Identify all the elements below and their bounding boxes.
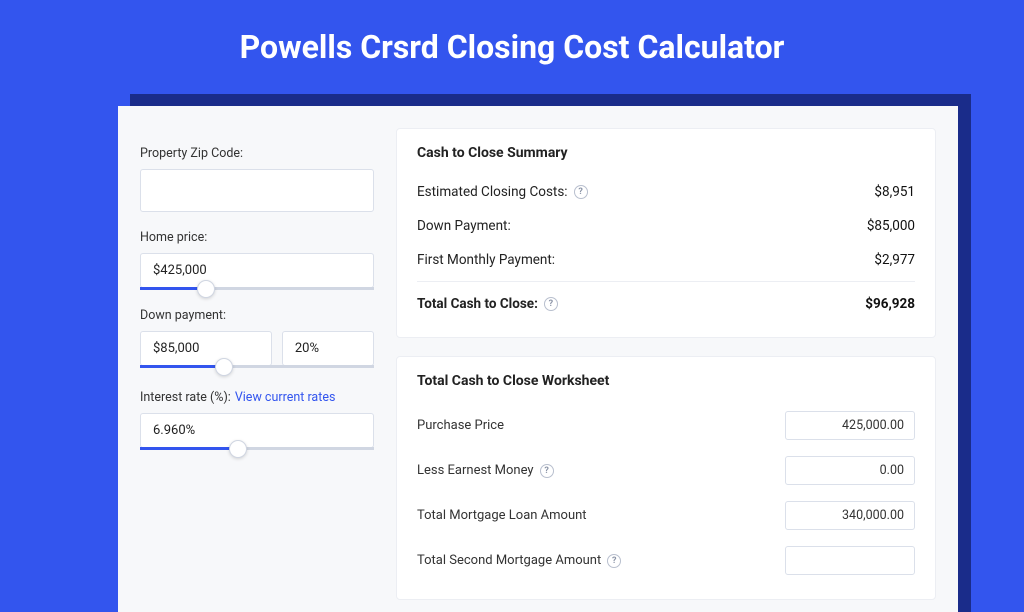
summary-row-label: Estimated Closing Costs:	[417, 184, 568, 200]
summary-row: First Monthly Payment: $2,977	[417, 243, 915, 277]
zip-input[interactable]	[140, 169, 374, 212]
down-payment-percent-input[interactable]	[282, 331, 374, 366]
worksheet-second-mortgage-input[interactable]	[785, 546, 915, 575]
down-payment-group: Down payment:	[140, 308, 374, 368]
worksheet-row-label: Total Second Mortgage Amount	[417, 553, 601, 568]
worksheet-purchase-price-input[interactable]	[785, 411, 915, 440]
worksheet-row-label: Total Mortgage Loan Amount	[417, 508, 587, 523]
summary-total-row: Total Cash to Close: ? $96,928	[417, 281, 915, 321]
worksheet-row: Total Mortgage Loan Amount	[417, 493, 915, 538]
help-icon[interactable]: ?	[574, 185, 588, 199]
summary-row-value: $8,951	[874, 184, 915, 200]
zip-group: Property Zip Code:	[140, 146, 374, 212]
summary-row: Estimated Closing Costs: ? $8,951	[417, 175, 915, 209]
worksheet-earnest-money-input[interactable]	[785, 456, 915, 485]
worksheet-mortgage-amount-input[interactable]	[785, 501, 915, 530]
summary-panel: Cash to Close Summary Estimated Closing …	[396, 128, 936, 338]
calculator-card: Property Zip Code: Home price: Down paym…	[118, 106, 958, 612]
summary-row-label: Down Payment:	[417, 218, 511, 234]
help-icon[interactable]: ?	[607, 554, 621, 568]
summary-row-value: $2,977	[874, 252, 915, 268]
page-title: Powells Crsrd Closing Cost Calculator	[0, 0, 1024, 90]
summary-total-value: $96,928	[865, 296, 915, 312]
down-payment-slider-thumb[interactable]	[215, 358, 233, 376]
home-price-slider-thumb[interactable]	[197, 280, 215, 298]
summary-row-label: First Monthly Payment:	[417, 252, 555, 268]
interest-rate-input[interactable]	[140, 413, 374, 448]
view-rates-link[interactable]: View current rates	[235, 390, 336, 405]
summary-row-value: $85,000	[867, 218, 915, 234]
home-price-input[interactable]	[140, 253, 374, 288]
summary-heading: Cash to Close Summary	[417, 145, 915, 161]
help-icon[interactable]: ?	[540, 464, 554, 478]
home-price-label: Home price:	[140, 230, 374, 245]
home-price-group: Home price:	[140, 230, 374, 290]
worksheet-row: Purchase Price	[417, 403, 915, 448]
worksheet-heading: Total Cash to Close Worksheet	[417, 373, 915, 389]
worksheet-row: Total Second Mortgage Amount ?	[417, 538, 915, 583]
home-price-slider[interactable]	[140, 287, 374, 290]
help-icon[interactable]: ?	[544, 297, 558, 311]
inputs-column: Property Zip Code: Home price: Down paym…	[140, 128, 374, 612]
summary-row: Down Payment: $85,000	[417, 209, 915, 243]
worksheet-row-label: Less Earnest Money	[417, 463, 534, 478]
down-payment-label: Down payment:	[140, 308, 374, 323]
worksheet-row: Less Earnest Money ?	[417, 448, 915, 493]
down-payment-amount-input[interactable]	[140, 331, 272, 366]
results-column: Cash to Close Summary Estimated Closing …	[396, 128, 936, 612]
interest-rate-slider-thumb[interactable]	[229, 440, 247, 458]
interest-rate-group: Interest rate (%): View current rates	[140, 386, 374, 450]
interest-rate-label: Interest rate (%):	[140, 390, 231, 405]
interest-rate-slider[interactable]	[140, 447, 374, 450]
down-payment-slider[interactable]	[140, 365, 374, 368]
worksheet-panel: Total Cash to Close Worksheet Purchase P…	[396, 356, 936, 600]
worksheet-row-label: Purchase Price	[417, 418, 504, 433]
zip-label: Property Zip Code:	[140, 146, 374, 161]
summary-total-label: Total Cash to Close:	[417, 296, 538, 312]
